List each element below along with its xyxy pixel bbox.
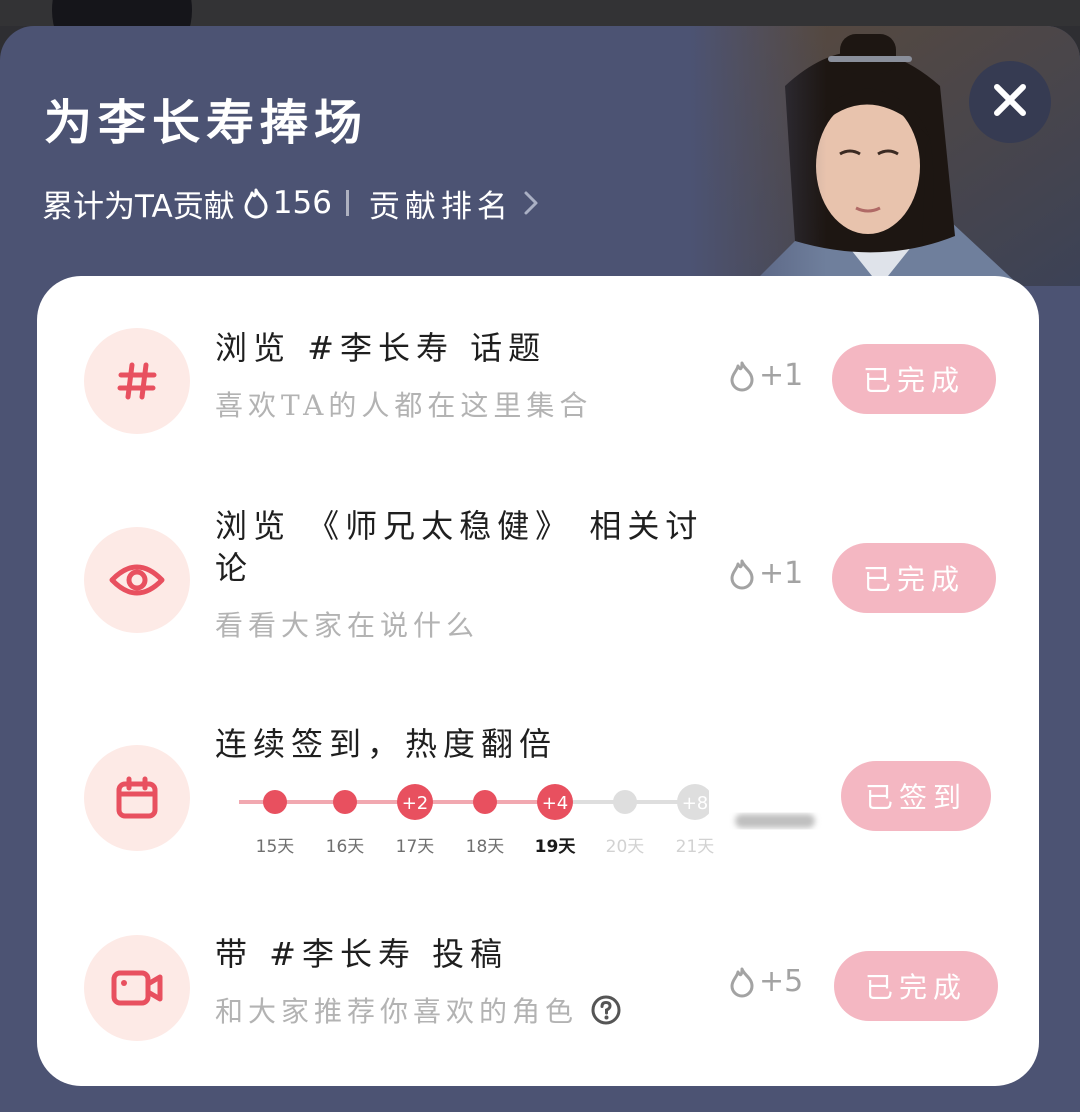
flame-icon bbox=[729, 966, 755, 998]
close-button[interactable] bbox=[969, 61, 1051, 143]
completed-button[interactable]: 已完成 bbox=[834, 951, 998, 1021]
task-reward: +1 bbox=[729, 556, 803, 591]
close-icon bbox=[992, 82, 1028, 122]
checkin-day-node bbox=[473, 790, 497, 814]
completed-button[interactable]: 已完成 bbox=[832, 543, 996, 613]
divider bbox=[345, 190, 349, 216]
rank-label: 贡献排名 bbox=[368, 188, 513, 225]
reward-value: +1 bbox=[759, 358, 804, 393]
support-sheet: 为李长寿捧场 累计为TA贡献 156 贡献排名 浏览 #李长寿 话题 喜欢TA的… bbox=[0, 26, 1080, 1112]
calendar-icon bbox=[84, 745, 190, 851]
checkin-day-label: 21天 bbox=[675, 837, 715, 857]
checkin-day-label: 16天 bbox=[325, 837, 365, 857]
flame-icon bbox=[243, 187, 269, 219]
completed-button[interactable]: 已完成 bbox=[832, 344, 996, 414]
checkin-bonus-badge: +2 bbox=[402, 793, 429, 814]
checkin-day-label: 19天 bbox=[534, 837, 576, 857]
checkin-day-label: 18天 bbox=[465, 837, 505, 857]
task-title-line2: 论 bbox=[215, 549, 254, 587]
checkin-bonus-badge: +8 bbox=[682, 793, 709, 814]
help-icon[interactable] bbox=[590, 994, 622, 1026]
task-subtitle: 看看大家在说什么 bbox=[215, 609, 480, 642]
task-title: 浏览 #李长寿 话题 bbox=[215, 329, 547, 367]
flame-icon bbox=[729, 360, 755, 392]
checkin-day-node bbox=[613, 790, 637, 814]
checkin-day-label: 17天 bbox=[395, 837, 435, 857]
checkin-day-label: 20天 bbox=[605, 837, 645, 857]
rank-link[interactable]: 贡献排名 bbox=[369, 181, 539, 226]
contribution-label: 累计为TA贡献 bbox=[42, 188, 235, 225]
blurred-reward bbox=[729, 806, 829, 836]
page-title: 为李长寿捧场 bbox=[44, 95, 369, 151]
chevron-right-icon bbox=[523, 189, 539, 217]
task-subtitle: 喜欢TA的人都在这里集合 bbox=[215, 389, 593, 422]
reward-value: +1 bbox=[759, 556, 804, 591]
task-title-line1: 浏览 《师兄太稳健》 相关讨 bbox=[215, 507, 704, 545]
checked-in-button[interactable]: 已签到 bbox=[841, 761, 991, 831]
flame-icon bbox=[729, 558, 755, 590]
video-icon bbox=[84, 935, 190, 1041]
task-subtitle-row: 和大家推荐你喜欢的角色 bbox=[215, 990, 622, 1030]
checkin-day-node bbox=[333, 790, 357, 814]
checkin-day-label: 15天 bbox=[255, 837, 295, 857]
hash-icon bbox=[84, 328, 190, 434]
eye-icon bbox=[84, 527, 190, 633]
task-title: 连续签到，热度翻倍 bbox=[215, 725, 558, 763]
task-card: 浏览 #李长寿 话题 喜欢TA的人都在这里集合 +1 已完成 浏览 《师兄太稳健… bbox=[37, 276, 1039, 1086]
contribution-summary: 累计为TA贡献 156 贡献排名 bbox=[42, 178, 539, 228]
contribution-value: 156 bbox=[272, 185, 332, 221]
checkin-progress: +2 +4 +8 15天 16天 17天 18天 19天 20天 21天 bbox=[209, 776, 714, 866]
reward-value: +5 bbox=[759, 964, 804, 999]
task-title: 带 #李长寿 投稿 bbox=[215, 935, 509, 973]
checkin-day-node bbox=[263, 790, 287, 814]
task-reward: +5 bbox=[729, 964, 803, 999]
task-reward: +1 bbox=[729, 358, 803, 393]
task-subtitle: 和大家推荐你喜欢的角色 bbox=[215, 995, 579, 1028]
checkin-bonus-badge: +4 bbox=[542, 793, 569, 814]
